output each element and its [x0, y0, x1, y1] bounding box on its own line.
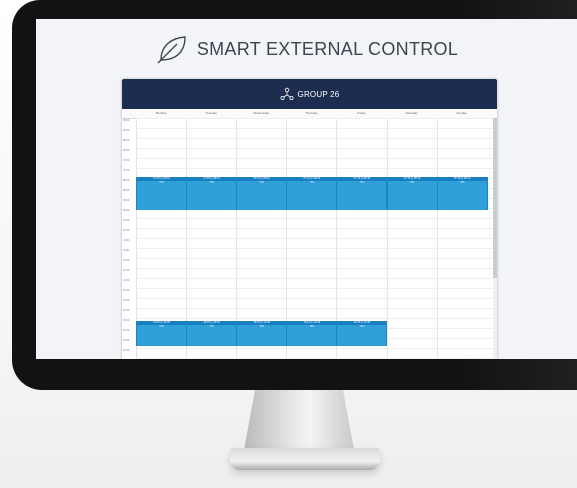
schedule-event[interactable]: 16:15 to 16:45 75%	[236, 321, 288, 346]
time-slot-line	[136, 118, 493, 119]
app-title: SMART EXTERNAL CONTROL	[196, 38, 459, 59]
time-label: 06:00	[123, 139, 130, 142]
screen: SMART EXTERNAL CONTROL GROUP 26 Monday Tu…	[36, 19, 577, 359]
schedule-event[interactable]: 16:15 to 16:45 75%	[336, 321, 388, 346]
time-label: 15:00	[123, 319, 130, 322]
time-label: 08:30	[123, 189, 130, 192]
time-slot-line	[136, 348, 493, 349]
schedule-event[interactable]: 07:15 to 08:15 75%	[436, 177, 488, 210]
time-label: 05:00	[123, 119, 130, 122]
time-label: 16:30	[123, 349, 130, 352]
event-level: 75%	[309, 181, 315, 184]
time-label: 09:00	[123, 199, 130, 202]
time-slot-line	[136, 288, 493, 289]
event-level: 75%	[159, 181, 164, 184]
time-label: 13:00	[123, 279, 130, 282]
time-grid[interactable]: 05:00 05:30 06:00 06:30 07:00 07:30 08:00 08:30…	[122, 118, 497, 359]
time-label: 14:30	[123, 309, 130, 312]
time-label: 15:30	[123, 329, 130, 332]
time-label: 07:00	[123, 159, 130, 162]
day-header-friday: Friday	[357, 111, 366, 115]
calendar-header: GROUP 26	[122, 79, 497, 109]
time-slot-line	[136, 148, 493, 149]
event-level: 75%	[159, 325, 164, 328]
schedule-event[interactable]: 07:15 to 08:15 75%	[186, 177, 238, 210]
schedule-event[interactable]: 07:15 to 08:15 75%	[336, 177, 388, 210]
schedule-event[interactable]: 07:15 to 08:15 75%	[386, 177, 438, 210]
time-slot-line	[136, 168, 493, 169]
day-header-thursday: Thursday	[305, 111, 318, 115]
schedule-event[interactable]: 16:15 to 16:45 75%	[286, 321, 338, 346]
time-label: 07:30	[123, 169, 130, 172]
group-title: GROUP 26	[297, 89, 340, 99]
time-label: 16:00	[123, 339, 130, 342]
event-level: 75%	[359, 181, 365, 184]
day-header-sunday: Sunday	[456, 111, 467, 115]
time-slot-line	[136, 228, 493, 229]
time-slot-line	[136, 308, 493, 309]
event-level: 75%	[209, 325, 215, 328]
time-label: 14:00	[123, 299, 130, 302]
scrollbar-thumb[interactable]	[493, 118, 497, 278]
event-level: 75%	[409, 181, 415, 184]
time-label: 06:30	[123, 149, 130, 152]
time-label: 08:00	[123, 179, 130, 182]
time-label: 11:00	[123, 239, 130, 242]
time-column: 05:00 05:30 06:00 06:30 07:00 07:30 08:00 08:30…	[122, 118, 137, 359]
time-slot-line	[136, 268, 493, 269]
network-nodes-icon	[280, 87, 294, 100]
day-header-wednesday: Wednesday	[253, 111, 270, 115]
time-slot-line	[136, 238, 493, 239]
event-level: 75%	[259, 325, 265, 328]
time-label: 09:30	[123, 209, 130, 212]
time-slot-line	[136, 298, 493, 299]
time-label: 12:30	[123, 269, 130, 272]
time-label: 10:00	[123, 219, 130, 222]
day-header-tuesday: Tuesday	[205, 111, 217, 115]
time-label: 05:30	[123, 129, 130, 132]
schedule-event[interactable]: 16:15 to 16:45 75%	[136, 321, 188, 346]
event-level: 75%	[259, 181, 265, 184]
schedule-calendar: GROUP 26 Monday Tuesday Wednesday Thursday F…	[122, 79, 497, 359]
time-slot-line	[136, 278, 493, 279]
time-slot-line	[136, 158, 493, 159]
event-level: 75%	[359, 325, 365, 328]
day-header-monday: Monday	[155, 111, 167, 115]
calendar-scrollbar[interactable]	[493, 118, 497, 359]
time-label: 12:00	[123, 259, 130, 262]
time-label: 11:30	[123, 249, 130, 252]
time-label: 13:30	[123, 289, 130, 292]
time-slot-line	[136, 138, 493, 139]
app-header: SMART EXTERNAL CONTROL	[36, 19, 577, 79]
schedule-event[interactable]: 07:15 to 08:15 75%	[236, 177, 288, 210]
time-label: 10:30	[123, 229, 130, 232]
event-level: 75%	[459, 181, 465, 184]
schedule-event[interactable]: 16:15 to 16:45 75%	[186, 321, 238, 346]
schedule-event[interactable]: 07:15 to 08:15 75%	[136, 177, 188, 210]
time-slot-line	[136, 258, 493, 259]
time-slot-line	[136, 318, 493, 319]
leaf-icon	[157, 36, 186, 64]
event-level: 75%	[309, 325, 315, 328]
schedule-event[interactable]: 07:15 to 08:15 75%	[286, 177, 338, 210]
time-slot-line	[136, 248, 493, 249]
time-slot-line	[136, 128, 493, 129]
time-slot-line	[136, 358, 493, 359]
event-level: 75%	[209, 181, 215, 184]
monitor-stand-neck	[244, 390, 354, 450]
time-slot-line	[136, 218, 493, 219]
monitor-stand-base	[230, 448, 380, 470]
day-header-saturday: Saturday	[405, 111, 418, 115]
